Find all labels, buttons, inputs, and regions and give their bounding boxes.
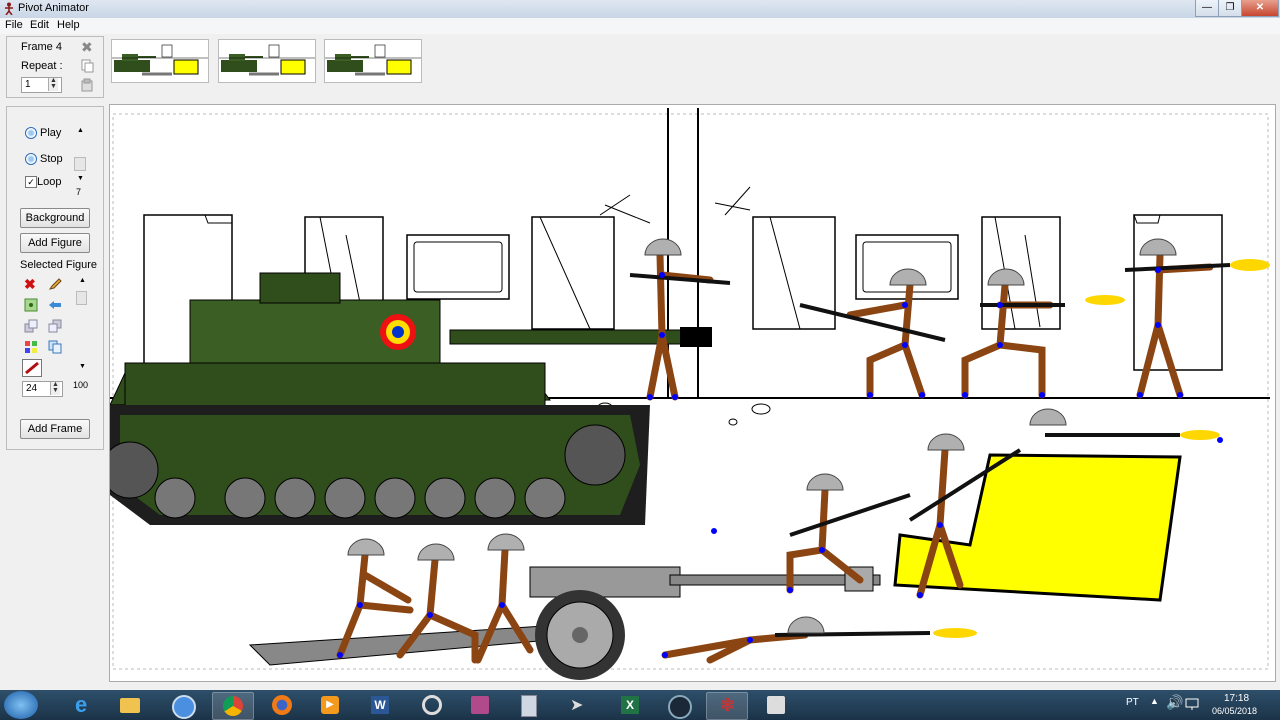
selected-figure-heading: Selected Figure [20,259,98,271]
artillery-cannon [248,566,881,680]
frame-thumbnail[interactable] [111,39,209,83]
speed-value: 7 [76,187,82,197]
loop-label[interactable]: Loop [37,176,61,188]
frame-thumbnail[interactable] [218,39,316,83]
pivot-animator-icon: ❃ [720,695,736,715]
frame-thumbnail[interactable] [324,39,422,83]
chrome-icon [223,696,243,716]
taskbar-word[interactable]: W [360,692,400,718]
copy-frame-icon[interactable] [80,59,94,73]
frame-thumbnail-image [219,44,315,76]
edit-figure-icon[interactable] [48,277,62,291]
play-radio[interactable] [25,127,37,139]
word-icon: W [371,696,389,714]
taskbar-chrome[interactable] [212,692,254,720]
minimize-button[interactable]: — [1195,0,1219,17]
excel-icon: X [621,696,639,714]
send-back-icon[interactable] [24,319,38,333]
taskbar-ccleaner[interactable] [412,692,452,718]
taskbar-internet-explorer[interactable]: e [64,692,104,718]
taskbar-media-player[interactable]: ▶ [310,692,350,718]
animation-canvas[interactable] [101,104,1276,682]
stop-label[interactable]: Stop [40,153,63,165]
taskbar-calculator[interactable] [508,692,548,718]
frame-strip [108,36,1280,98]
internet-explorer-icon: e [75,692,88,717]
frame-panel: Frame 4 ✖ Repeat : 1 ▲ ▼ [6,36,104,98]
taskbar-pivot-animator[interactable]: ❃ [706,692,748,720]
start-button[interactable] [4,691,38,719]
flip-figure-icon[interactable] [48,298,62,312]
color-figure-icon[interactable] [24,340,38,354]
steam-icon [668,695,692,719]
window-title: Pivot Animator [18,2,89,14]
size-value: 24 [26,383,38,394]
menu-bar: File Edit Help [0,18,1280,34]
chromium-icon [172,695,196,719]
stop-radio[interactable] [25,153,37,165]
repeat-value: 1 [25,79,31,90]
calculator-icon [521,695,537,717]
repeat-label: Repeat : [21,60,63,72]
taskbar-firefox[interactable] [262,692,302,718]
bring-front-icon[interactable] [48,319,62,333]
delete-frame-icon[interactable]: ✖ [81,39,93,56]
add-frame-button[interactable]: Add Frame [20,419,90,439]
frame-thumbnail-image [325,44,421,76]
opacity-slider[interactable] [76,291,87,305]
arrow-app-icon: ➤ [570,697,584,714]
folder-icon [120,698,140,713]
taskbar-steam[interactable] [658,692,698,719]
maximize-button[interactable]: ❐ [1218,0,1242,17]
delete-figure-icon[interactable]: ✖ [24,276,36,293]
copy-figure-icon[interactable] [48,340,62,354]
speed-up-arrow[interactable]: ▲ [77,127,84,134]
frame-thumbnail-image [112,44,208,76]
opacity-value: 100 [73,380,89,390]
opacity-up-arrow[interactable]: ▲ [79,277,86,284]
tool-panel: Play Stop ✓ Loop ▲ ▼ 7 Background Add Fi… [6,106,104,450]
pivot-app-icon [5,2,13,15]
taskbar-pivot-stk[interactable] [756,692,796,718]
taskbar-chromium[interactable] [162,692,202,719]
center-figure-icon[interactable] [24,298,38,312]
network-icon[interactable] [1185,698,1199,710]
line-color-button[interactable] [22,359,42,377]
show-hidden-icons-icon[interactable]: ▲ [1150,696,1159,706]
clock-date[interactable]: 06/05/2018 [1212,706,1257,716]
speed-slider[interactable] [74,157,86,171]
winrar-icon [471,696,489,714]
repeat-spinner[interactable]: ▲ ▼ [48,77,58,91]
taskbar: e ▶ W ➤ X ❃ PT ▲ 🔊 17:18 06/05/2018 [0,690,1280,720]
menu-edit[interactable]: Edit [30,19,49,31]
size-spinner[interactable]: ▲ ▼ [50,381,60,395]
menu-file[interactable]: File [5,19,23,31]
speed-down-arrow[interactable]: ▼ [77,175,84,182]
paste-frame-icon[interactable] [80,78,94,92]
loop-checkbox[interactable]: ✓ [25,176,37,188]
ccleaner-icon [422,695,442,715]
taskbar-file-explorer[interactable] [110,692,150,718]
volume-icon[interactable]: 🔊 [1166,694,1183,711]
firefox-icon [272,695,292,715]
taskbar-excel[interactable]: X [610,692,650,718]
taskbar-winrar[interactable] [460,692,500,718]
play-label[interactable]: Play [40,127,61,139]
language-indicator[interactable]: PT [1126,697,1139,708]
clock-time[interactable]: 17:18 [1224,693,1249,704]
line-color-icon [25,361,39,375]
close-button[interactable]: ✕ [1241,0,1279,17]
opacity-down-arrow[interactable]: ▼ [79,363,86,370]
scene-drawing [101,108,1270,680]
background-button[interactable]: Background [20,208,90,228]
pivot-stk-icon [767,696,785,714]
media-player-icon: ▶ [321,696,339,714]
frame-label: Frame 4 [21,41,62,53]
add-figure-button[interactable]: Add Figure [20,233,90,253]
title-bar: Pivot Animator — ❐ ✕ [0,0,1280,18]
taskbar-app-arrow[interactable]: ➤ [560,692,600,718]
menu-help[interactable]: Help [57,19,80,31]
